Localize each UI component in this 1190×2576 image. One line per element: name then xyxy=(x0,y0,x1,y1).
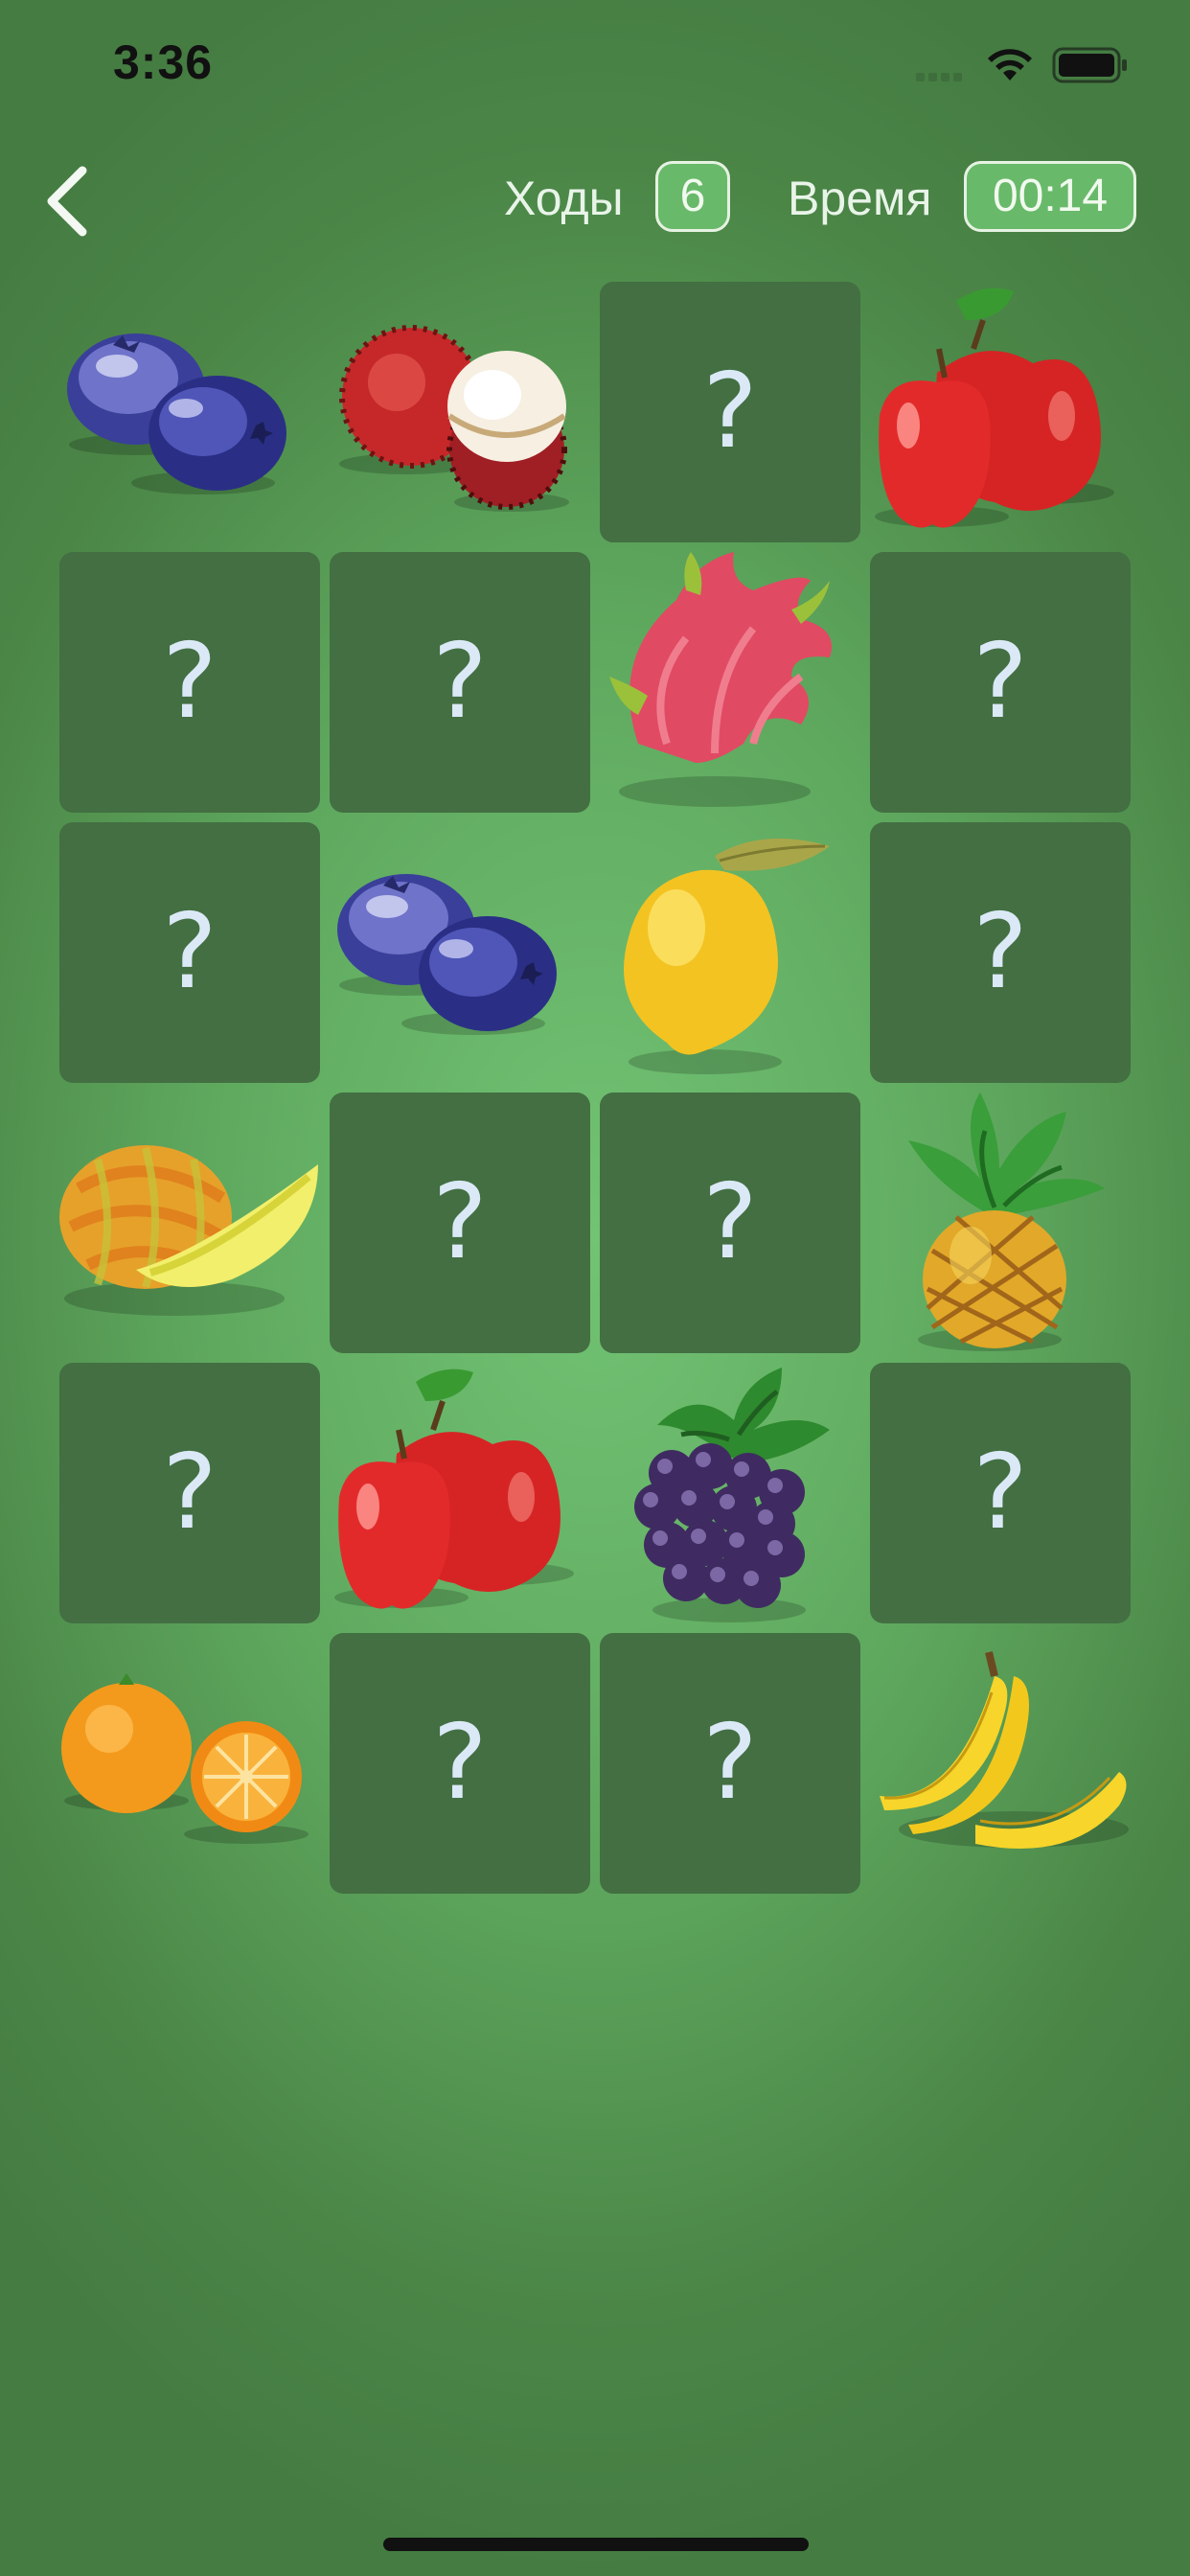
question-mark: ? xyxy=(162,892,217,1012)
apples-icon xyxy=(875,288,1114,528)
question-mark: ? xyxy=(702,352,758,472)
question-mark: ? xyxy=(973,892,1028,1012)
lemon-icon xyxy=(624,839,830,1074)
revealed-card xyxy=(59,282,320,542)
revealed-card xyxy=(59,1092,320,1353)
question-mark: ? xyxy=(973,622,1028,742)
question-mark: ? xyxy=(432,1162,488,1282)
moves-label: Ходы xyxy=(504,172,624,225)
question-mark: ? xyxy=(432,1703,488,1823)
revealed-card xyxy=(59,1633,320,1894)
melon-icon xyxy=(59,1145,318,1316)
hidden-card[interactable]: ? xyxy=(600,1633,860,1894)
question-mark: ? xyxy=(702,1703,758,1823)
status-bar: 3:36 xyxy=(0,0,1190,125)
question-mark: ? xyxy=(432,622,488,742)
blackberry-icon xyxy=(634,1368,830,1622)
hidden-card[interactable]: ? xyxy=(600,282,860,542)
status-time: 3:36 xyxy=(113,35,214,89)
timer-badge: 00:14 xyxy=(964,161,1136,232)
hidden-card[interactable]: ? xyxy=(59,552,320,813)
time-label: Время xyxy=(788,172,932,225)
revealed-card xyxy=(870,282,1131,542)
hidden-card[interactable]: ? xyxy=(330,1633,590,1894)
hidden-card[interactable]: ? xyxy=(870,552,1131,813)
hidden-card[interactable]: ? xyxy=(330,1092,590,1353)
revealed-card xyxy=(600,552,860,813)
question-mark: ? xyxy=(702,1162,758,1282)
revealed-card xyxy=(330,282,590,542)
hidden-card[interactable]: ? xyxy=(59,822,320,1083)
moves-counter-badge: 6 xyxy=(655,161,730,232)
question-mark: ? xyxy=(973,1433,1028,1552)
hidden-card[interactable]: ? xyxy=(870,1363,1131,1623)
wifi-icon xyxy=(988,49,1032,80)
revealed-card xyxy=(600,1363,860,1623)
revealed-card xyxy=(600,822,860,1083)
hidden-card[interactable]: ? xyxy=(59,1363,320,1623)
hidden-card[interactable]: ? xyxy=(870,822,1131,1083)
dragon-fruit-icon xyxy=(609,552,832,807)
hidden-card[interactable]: ? xyxy=(600,1092,860,1353)
home-indicator xyxy=(383,2538,809,2551)
question-mark: ? xyxy=(162,1433,217,1552)
hidden-card[interactable]: ? xyxy=(330,552,590,813)
revealed-card xyxy=(330,822,590,1083)
apples-icon xyxy=(334,1368,574,1609)
pineapple-icon xyxy=(908,1092,1105,1351)
blueberries-icon xyxy=(67,334,286,494)
revealed-card xyxy=(870,1092,1131,1353)
back-button[interactable] xyxy=(38,161,105,238)
cellular-signal-icon xyxy=(916,69,972,81)
game-header: Ходы 6 Время 00:14 xyxy=(0,153,1190,242)
oranges-icon xyxy=(61,1673,309,1844)
question-mark: ? xyxy=(162,622,217,742)
chevron-left-icon xyxy=(47,166,87,237)
bananas-icon xyxy=(880,1651,1129,1849)
battery-icon xyxy=(1052,47,1127,83)
revealed-card xyxy=(870,1633,1131,1894)
revealed-card xyxy=(330,1363,590,1623)
blueberries-icon xyxy=(337,874,557,1035)
rambutan-icon xyxy=(339,325,569,512)
